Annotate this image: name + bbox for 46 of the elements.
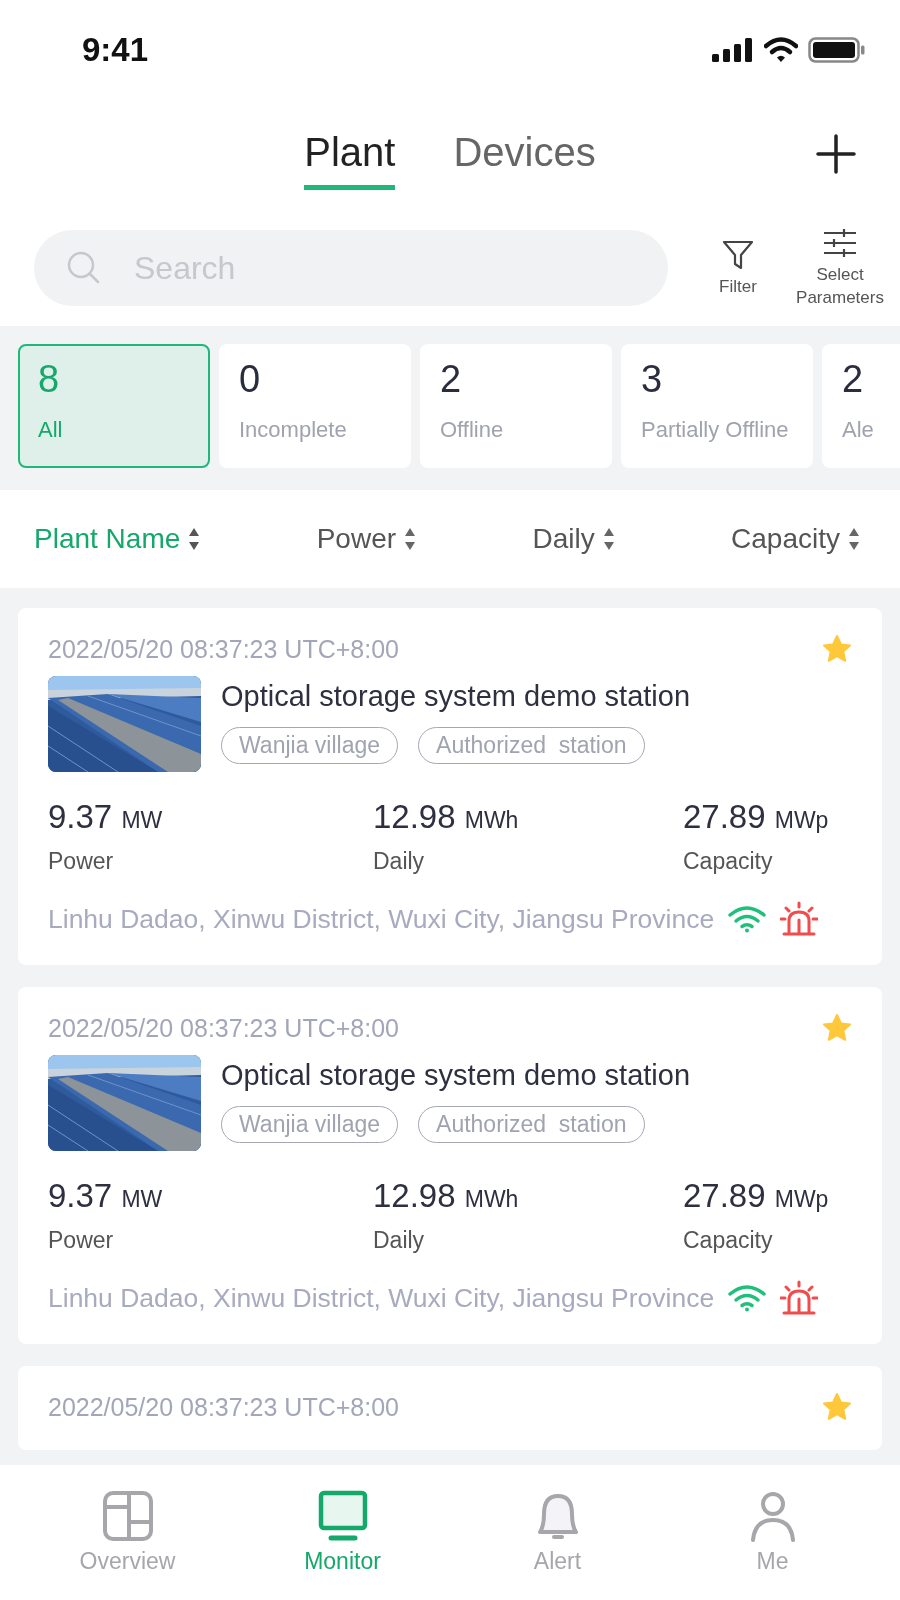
- monitor-icon: [316, 1490, 369, 1542]
- metric-value: 12.98 MWh: [373, 798, 520, 836]
- signal-icon: [712, 38, 754, 62]
- plant-card[interactable]: [18, 987, 882, 1344]
- parameters-button[interactable]: Select Parameters: [794, 226, 886, 310]
- tab[interactable]: Plant: [304, 120, 396, 190]
- timestamp: 2022/05/20 08:37:23 UTC+8:00: [48, 1013, 399, 1043]
- status-filter-card[interactable]: 2 Offline: [420, 344, 612, 468]
- sort-column[interactable]: Power: [316, 523, 417, 555]
- star-icon[interactable]: [822, 1392, 852, 1422]
- status-time: 9:41: [82, 31, 149, 69]
- sort-icon: [404, 526, 417, 552]
- sort-icon: [602, 526, 615, 552]
- plant-name: Optical storage system demo station: [221, 1059, 691, 1092]
- metric-value: 27.89 MWp: [683, 1177, 830, 1215]
- wifi-icon: [764, 37, 798, 63]
- metric-label: Daily: [373, 1227, 426, 1254]
- plant-card[interactable]: [18, 608, 882, 965]
- address: Linhu Dadao, Xinwu District, Wuxi City, Jiangsu Province: [48, 903, 715, 935]
- dashboard-icon: [101, 1490, 154, 1542]
- address: Linhu Dadao, Xinwu District, Wuxi City, Jiangsu Province: [48, 1282, 715, 1314]
- metric-label: Capacity: [683, 848, 774, 875]
- metric-label: Power: [48, 848, 115, 875]
- star-icon[interactable]: [822, 1013, 852, 1043]
- sort-icon: [188, 526, 201, 552]
- plant-name: Optical storage system demo station: [221, 680, 691, 713]
- metric-value: 27.89 MWp: [683, 798, 830, 836]
- metric-value: 12.98 MWh: [373, 1177, 520, 1215]
- status-filter-card[interactable]: 3 Partially Offline: [621, 344, 813, 468]
- timestamp: 2022/05/20 08:37:23 UTC+8:00: [48, 1392, 399, 1422]
- sort-column[interactable]: Daily: [532, 523, 615, 555]
- battery-icon: [808, 37, 866, 63]
- metric-label: Power: [48, 1227, 115, 1254]
- add-icon[interactable]: [816, 134, 856, 174]
- status-filter-card[interactable]: 2 Ale: [822, 344, 900, 468]
- timestamp: 2022/05/20 08:37:23 UTC+8:00: [48, 634, 399, 664]
- sort-column[interactable]: Capacity: [731, 523, 860, 555]
- tab[interactable]: Devices: [453, 120, 596, 190]
- star-icon[interactable]: [822, 634, 852, 664]
- filter-button[interactable]: Filter: [692, 237, 784, 299]
- status-filter-card[interactable]: 0 Incomplete: [219, 344, 411, 468]
- sort-icon: [847, 526, 860, 552]
- metric-value: 9.37 MW: [48, 1177, 164, 1215]
- metric-label: Daily: [373, 848, 426, 875]
- metric-label: Capacity: [683, 1227, 774, 1254]
- metric-value: 9.37 MW: [48, 798, 164, 836]
